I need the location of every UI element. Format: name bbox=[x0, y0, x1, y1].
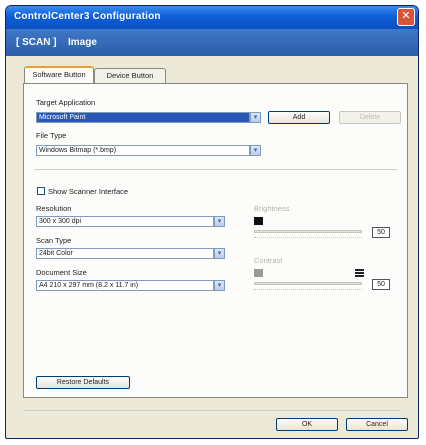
contrast-low-icon bbox=[254, 269, 263, 277]
contrast-label: Contrast bbox=[254, 256, 283, 265]
document-size-label: Document Size bbox=[36, 268, 87, 277]
restore-defaults-button[interactable]: Restore Defaults bbox=[36, 376, 130, 389]
ok-button[interactable]: OK bbox=[276, 418, 338, 431]
brightness-dark-icon bbox=[254, 217, 263, 225]
target-application-dropdown[interactable]: ▾ bbox=[250, 112, 261, 123]
show-scanner-checkbox[interactable] bbox=[37, 187, 45, 195]
resolution-select[interactable]: 300 x 300 dpi bbox=[36, 216, 214, 227]
chevron-down-icon: ▾ bbox=[217, 282, 222, 289]
delete-button[interactable]: Delete bbox=[339, 111, 401, 124]
scan-type-dropdown[interactable]: ▾ bbox=[214, 248, 225, 259]
scan-type-select[interactable]: 24bit Color bbox=[36, 248, 214, 259]
separator bbox=[34, 169, 397, 170]
section-banner: [ SCAN ] Image bbox=[6, 29, 418, 56]
contrast-high-icon bbox=[355, 269, 364, 277]
target-application-label: Target Application bbox=[36, 98, 96, 107]
brightness-label: Brightness bbox=[254, 204, 290, 213]
banner-scan[interactable]: [ SCAN ] bbox=[16, 37, 57, 48]
chevron-down-icon: ▾ bbox=[253, 114, 258, 121]
chevron-down-icon: ▾ bbox=[217, 218, 222, 225]
scan-type-label: Scan Type bbox=[36, 236, 72, 245]
banner-image[interactable]: Image bbox=[68, 37, 97, 48]
chevron-down-icon: ▾ bbox=[217, 250, 222, 257]
close-icon: ✕ bbox=[401, 10, 411, 22]
file-type-label: File Type bbox=[36, 131, 67, 140]
tab-panel: Target Application Microsoft Paint ▾ Add… bbox=[23, 83, 408, 398]
config-window: ControlCenter3 Configuration ✕ [ SCAN ] … bbox=[5, 5, 419, 439]
file-type-select[interactable]: Windows Bitmap (*.bmp) bbox=[36, 145, 250, 156]
resolution-dropdown[interactable]: ▾ bbox=[214, 216, 225, 227]
footer-separator bbox=[23, 410, 401, 411]
brightness-value[interactable]: 50 bbox=[372, 227, 390, 238]
show-scanner-label: Show Scanner Interface bbox=[48, 187, 129, 196]
add-button[interactable]: Add bbox=[268, 111, 330, 124]
tab-software-button[interactable]: Software Button bbox=[24, 66, 94, 83]
document-size-select[interactable]: A4 210 x 297 mm (8.2 x 11.7 in) bbox=[36, 280, 214, 291]
cancel-button[interactable]: Cancel bbox=[346, 418, 408, 431]
resolution-label: Resolution bbox=[36, 204, 72, 213]
close-button[interactable]: ✕ bbox=[397, 8, 415, 26]
contrast-ticks bbox=[254, 289, 362, 293]
file-type-dropdown[interactable]: ▾ bbox=[250, 145, 261, 156]
brightness-ticks bbox=[254, 237, 362, 241]
brightness-slider[interactable] bbox=[254, 230, 362, 233]
window-title: ControlCenter3 Configuration bbox=[14, 11, 161, 22]
contrast-value[interactable]: 50 bbox=[372, 279, 390, 290]
chevron-down-icon: ▾ bbox=[253, 147, 258, 154]
contrast-slider[interactable] bbox=[254, 282, 362, 285]
target-application-select[interactable]: Microsoft Paint bbox=[36, 112, 250, 123]
title-bar[interactable]: ControlCenter3 Configuration ✕ bbox=[6, 6, 418, 29]
document-size-dropdown[interactable]: ▾ bbox=[214, 280, 225, 291]
tab-device-button[interactable]: Device Button bbox=[94, 68, 166, 83]
